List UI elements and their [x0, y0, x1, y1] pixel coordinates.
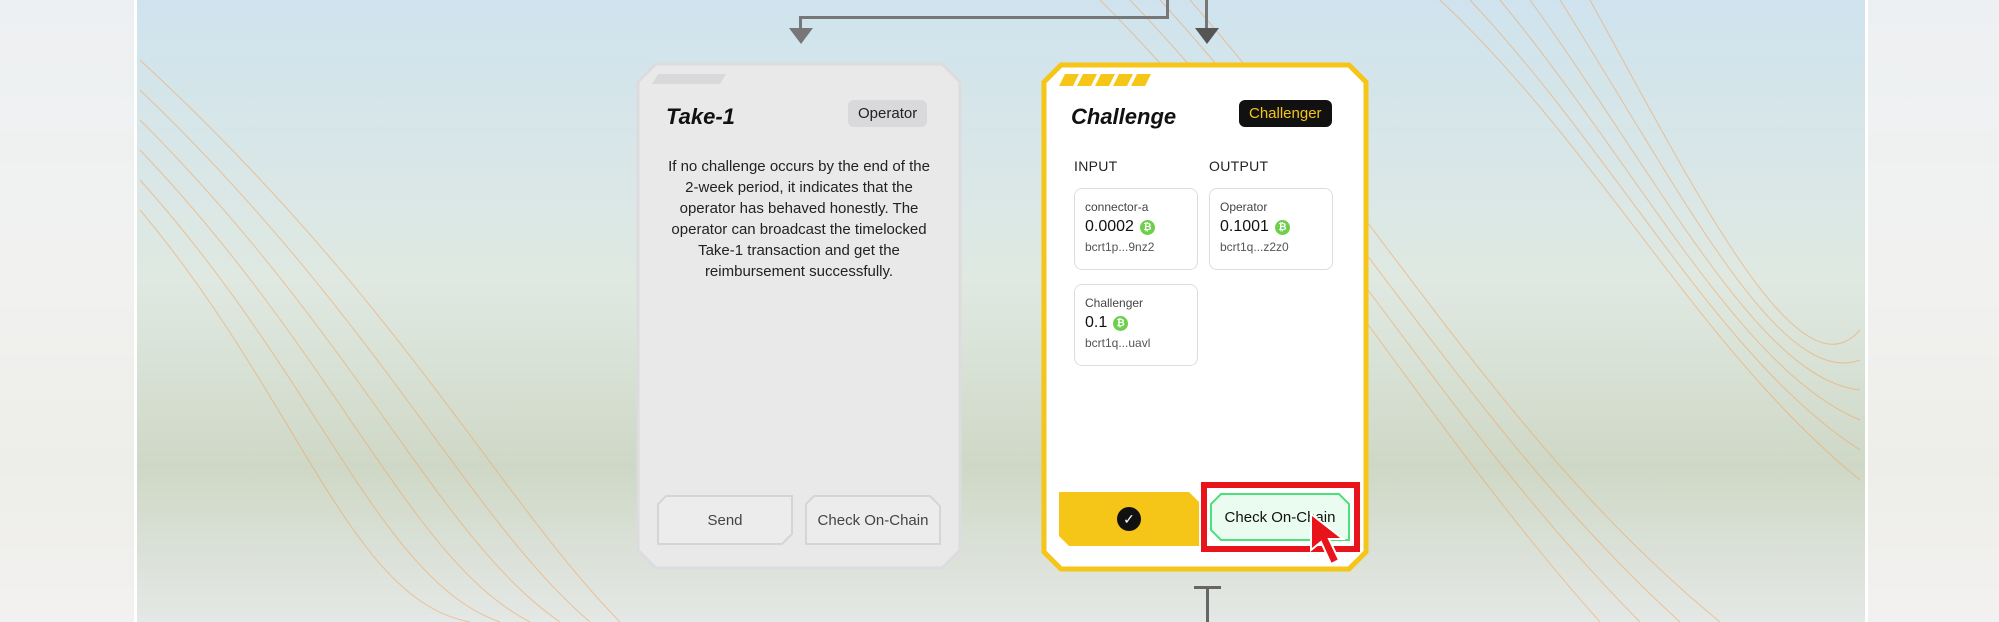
- take1-check-onchain-button[interactable]: Check On-Chain: [804, 494, 942, 546]
- send-button[interactable]: Send: [656, 494, 794, 546]
- challenger-badge: Challenger: [1239, 100, 1332, 127]
- operator-badge: Operator: [848, 100, 928, 127]
- bitcoin-icon: ₿: [1274, 219, 1290, 235]
- connector-line: [1194, 586, 1221, 589]
- utxo-amount: 0.0002: [1085, 218, 1134, 235]
- bitcoin-icon: ₿: [1113, 315, 1129, 331]
- connector-line: [799, 16, 1169, 19]
- connector-line: [1205, 0, 1208, 30]
- utxo-address: bcrt1p...9nz2: [1085, 240, 1155, 254]
- challenge-title: Challenge: [1071, 104, 1177, 129]
- check-circle-icon: ✓: [1117, 507, 1141, 531]
- decorative-wave-lines: [139, 0, 1861, 622]
- send-button-label: Send: [707, 511, 743, 529]
- challenge-card: Challenge Challenger INPUT OUTPUT connec…: [1041, 62, 1369, 572]
- bitcoin-icon: ₿: [1139, 219, 1155, 235]
- utxo-name: Operator: [1220, 200, 1268, 214]
- utxo-amount: 0.1001: [1220, 218, 1269, 235]
- take1-check-onchain-label: Check On-Chain: [817, 511, 929, 529]
- challenge-confirm-button[interactable]: ✓: [1059, 492, 1199, 546]
- input-utxo-card: connector-a 0.0002 ₿ bcrt1p...9nz2: [1074, 188, 1198, 270]
- arrow-down-icon: [789, 28, 813, 44]
- output-utxo-card: Operator 0.1001 ₿ bcrt1q...z2z0: [1209, 188, 1333, 270]
- utxo-amount-row: 0.0002 ₿: [1085, 218, 1187, 236]
- arrow-down-icon: [1195, 28, 1219, 44]
- take1-description: If no challenge occurs by the end of the…: [668, 158, 930, 280]
- output-header: OUTPUT: [1209, 158, 1269, 174]
- connector-line: [1206, 586, 1209, 622]
- utxo-amount: 0.1: [1085, 314, 1108, 331]
- input-utxo-card: Challenger 0.1 ₿ bcrt1q...uavl: [1074, 284, 1198, 366]
- utxo-name: connector-a: [1085, 200, 1149, 214]
- take1-card: Take-1 Operator If no challenge occurs b…: [636, 62, 962, 570]
- input-header: INPUT: [1074, 158, 1118, 174]
- take1-title: Take-1: [666, 104, 735, 129]
- utxo-address: bcrt1q...uavl: [1085, 336, 1151, 350]
- utxo-address: bcrt1q...z2z0: [1220, 240, 1289, 254]
- utxo-amount-row: 0.1001 ₿: [1220, 218, 1322, 236]
- cursor-icon: [1310, 512, 1346, 566]
- utxo-amount-row: 0.1 ₿: [1085, 314, 1187, 332]
- utxo-name: Challenger: [1085, 296, 1144, 310]
